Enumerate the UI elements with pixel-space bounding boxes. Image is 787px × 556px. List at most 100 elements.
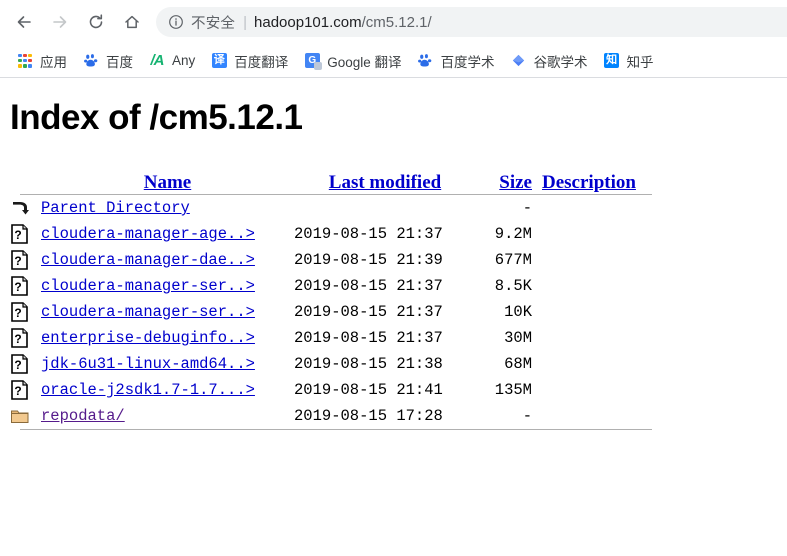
unknown-document-icon: ?: [11, 354, 28, 374]
reload-icon: [89, 14, 103, 29]
bookmark-label: 应用: [40, 54, 67, 70]
unknown-document-icon: ?: [11, 224, 28, 244]
unknown-document-icon: ?: [11, 276, 28, 296]
bookmark-apps[interactable]: 应用: [10, 48, 74, 74]
bookmark-any[interactable]: /A Any: [142, 48, 202, 74]
sort-by-description-link[interactable]: Description: [542, 172, 636, 193]
bookmark-baidu[interactable]: 百度: [76, 48, 140, 74]
folder-icon: [10, 405, 41, 427]
file-name-cell[interactable]: enterprise-debuginfo..>: [41, 329, 294, 347]
svg-text:?: ?: [14, 254, 21, 268]
bookmark-label: 谷歌学术: [533, 54, 588, 70]
svg-text:?: ?: [14, 384, 21, 398]
svg-text:?: ?: [14, 358, 21, 372]
column-header-last-modified[interactable]: Last modified: [294, 172, 476, 194]
svg-text:?: ?: [14, 280, 21, 294]
file-date-cell: 2019-08-15 21:41: [294, 381, 443, 399]
file-size-cell: -: [522, 199, 532, 217]
table-row: ? cloudera-manager-dae..> 2019-08-15 21:…: [10, 247, 787, 273]
file-name-cell[interactable]: repodata/: [41, 407, 294, 425]
column-header-description[interactable]: Description: [532, 172, 636, 194]
scholar-diamond-icon: [512, 54, 525, 67]
info-circle-icon: [169, 15, 183, 29]
bookmark-label: 百度: [106, 54, 133, 70]
column-header-size[interactable]: Size: [476, 172, 532, 194]
file-name-cell[interactable]: oracle-j2sdk1.7-1.7...>: [41, 381, 294, 399]
file-size-cell: 9.2M: [494, 225, 532, 243]
footer-divider: [20, 429, 652, 430]
unknown-file-icon: ?: [10, 327, 41, 349]
url-text: hadoop101.com/cm5.12.1/: [254, 14, 432, 31]
file-date-cell: 2019-08-15 21:37: [294, 303, 443, 321]
reload-button[interactable]: [78, 4, 114, 40]
table-row: ? oracle-j2sdk1.7-1.7...> 2019-08-15 21:…: [10, 377, 787, 403]
sort-by-date-link[interactable]: Last modified: [329, 172, 441, 193]
address-bar[interactable]: 不安全 | hadoop101.com/cm5.12.1/: [156, 7, 787, 37]
back-button[interactable]: [6, 4, 42, 40]
table-row: ? cloudera-manager-ser..> 2019-08-15 21:…: [10, 273, 787, 299]
bookmark-label: 百度学术: [440, 54, 495, 70]
any-icon: /A: [150, 52, 165, 69]
bookmark-baidu-xueshu[interactable]: 百度学术: [411, 48, 502, 74]
home-button[interactable]: [114, 4, 150, 40]
file-link[interactable]: cloudera-manager-ser..>: [41, 303, 255, 321]
google-scholar-icon: [511, 53, 527, 69]
forward-arrow-icon: [53, 16, 67, 28]
forward-button[interactable]: [42, 4, 78, 40]
file-size-cell: 68M: [504, 355, 532, 373]
unknown-file-icon: ?: [10, 301, 41, 323]
file-link[interactable]: repodata/: [41, 407, 125, 425]
browser-chrome: 不安全 | hadoop101.com/cm5.12.1/ 应用 百度 /A A…: [0, 0, 787, 78]
sort-by-name-link[interactable]: Name: [144, 172, 191, 193]
directory-index: Name Last modified Size Description Pare…: [0, 164, 787, 430]
sort-by-size-link[interactable]: Size: [499, 172, 532, 193]
file-name-cell[interactable]: cloudera-manager-dae..>: [41, 251, 294, 269]
unknown-file-icon: ?: [10, 275, 41, 297]
table-row: ? cloudera-manager-age..> 2019-08-15 21:…: [10, 221, 787, 247]
url-path: /cm5.12.1/: [361, 13, 432, 31]
bookmark-label: Google 翻译: [327, 54, 402, 70]
file-name-cell[interactable]: cloudera-manager-age..>: [41, 225, 294, 243]
unknown-document-icon: ?: [11, 250, 28, 270]
file-link[interactable]: oracle-j2sdk1.7-1.7...>: [41, 381, 255, 399]
bookmark-baidu-fanyi[interactable]: 译 百度翻译: [204, 48, 295, 74]
bookmark-google-scholar[interactable]: 谷歌学术: [504, 48, 595, 74]
zhihu-icon: 知: [604, 53, 620, 68]
baidu-icon: [418, 53, 434, 69]
directory-folder-icon: [11, 410, 29, 423]
bookmark-label: 知乎: [626, 54, 654, 70]
table-row: ? cloudera-manager-ser..> 2019-08-15 21:…: [10, 299, 787, 325]
file-link[interactable]: Parent Directory: [41, 199, 190, 217]
unknown-document-icon: ?: [11, 302, 28, 322]
parent-directory-icon: [10, 197, 41, 219]
table-row: ? jdk-6u31-linux-amd64..> 2019-08-15 21:…: [10, 351, 787, 377]
bookmark-google-translate[interactable]: G Google 翻译: [297, 48, 408, 74]
file-link[interactable]: jdk-6u31-linux-amd64..>: [41, 355, 255, 373]
file-link[interactable]: cloudera-manager-age..>: [41, 225, 255, 243]
file-size-cell: 10K: [504, 303, 532, 321]
file-size-cell: 30M: [504, 329, 532, 347]
file-size-cell: -: [522, 407, 532, 425]
file-size-cell: 135M: [494, 381, 532, 399]
unknown-file-icon: ?: [10, 223, 41, 245]
unknown-file-icon: ?: [10, 249, 41, 271]
file-name-cell[interactable]: jdk-6u31-linux-amd64..>: [41, 355, 294, 373]
bookmark-label: 百度翻译: [234, 54, 289, 70]
file-name-cell[interactable]: cloudera-manager-ser..>: [41, 303, 294, 321]
table-row: ? enterprise-debuginfo..> 2019-08-15 21:…: [10, 325, 787, 351]
table-row: repodata/ 2019-08-15 17:28 -: [10, 403, 787, 429]
page-content: Index of /cm5.12.1 Name Last modified Si…: [0, 78, 787, 554]
file-date-cell: 2019-08-15 21:37: [294, 225, 443, 243]
file-name-cell[interactable]: cloudera-manager-ser..>: [41, 277, 294, 295]
browser-toolbar: 不安全 | hadoop101.com/cm5.12.1/: [0, 0, 787, 44]
file-date-cell: 2019-08-15 21:37: [294, 277, 443, 295]
back-arrow-icon: [17, 16, 31, 28]
url-host: hadoop101.com: [254, 13, 362, 31]
column-header-name[interactable]: Name: [41, 172, 294, 194]
file-name-cell[interactable]: Parent Directory: [41, 199, 294, 217]
file-link[interactable]: enterprise-debuginfo..>: [41, 329, 255, 347]
file-link[interactable]: cloudera-manager-dae..>: [41, 251, 255, 269]
file-date-cell: 2019-08-15 21:38: [294, 355, 443, 373]
file-link[interactable]: cloudera-manager-ser..>: [41, 277, 255, 295]
bookmark-zhihu[interactable]: 知 知乎: [597, 48, 661, 74]
